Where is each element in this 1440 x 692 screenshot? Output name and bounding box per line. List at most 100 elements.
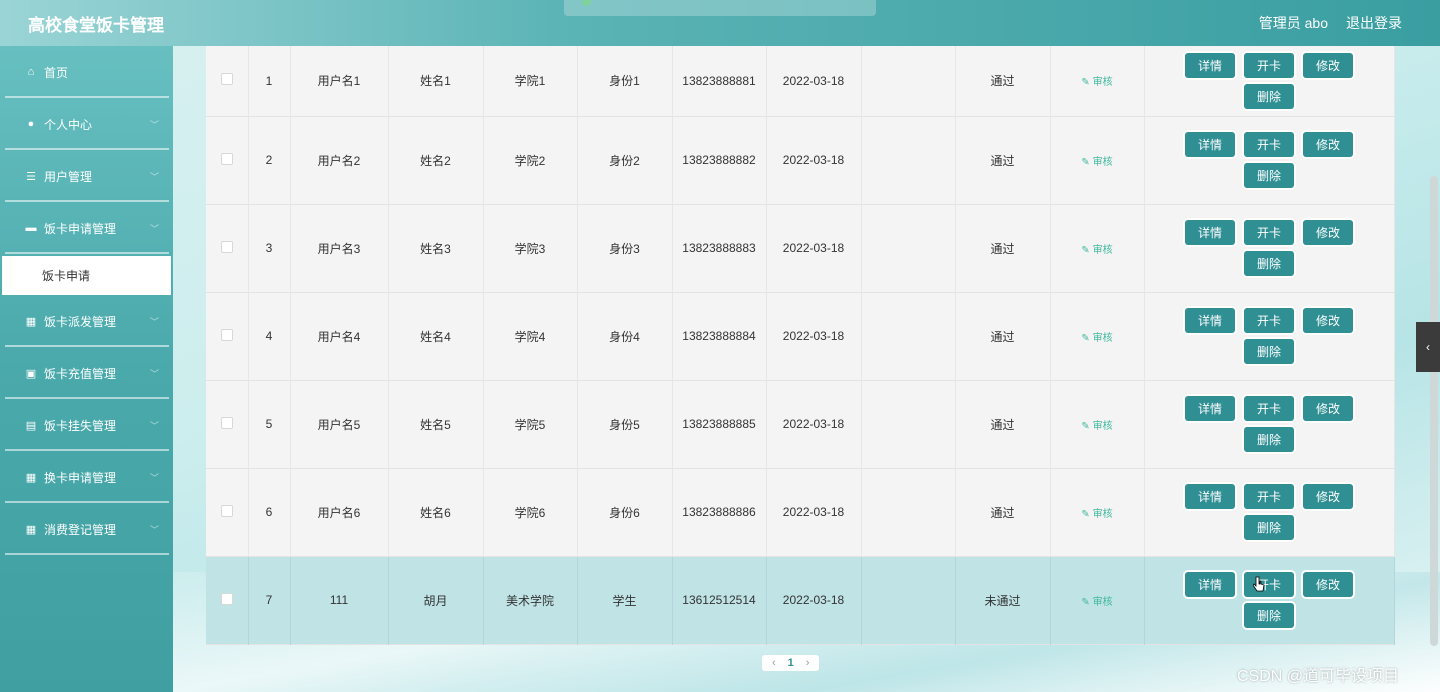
- username-cell: 用户名1: [290, 46, 389, 116]
- edit-button[interactable]: 修改: [1303, 572, 1353, 597]
- logout-link[interactable]: 退出登录: [1346, 13, 1402, 33]
- detail-button[interactable]: 详情: [1185, 52, 1235, 78]
- audit-link[interactable]: ✎ 审核: [1081, 77, 1112, 88]
- sidebar-item-label: 饭卡挂失管理: [44, 418, 117, 433]
- audit-link[interactable]: ✎ 审核: [1081, 597, 1112, 608]
- prev-page-button[interactable]: ‹: [772, 657, 776, 669]
- delete-button[interactable]: 删除: [1244, 427, 1294, 452]
- sidebar-item-label: 饭卡申请管理: [44, 221, 117, 236]
- delete-button[interactable]: 删除: [1244, 515, 1294, 540]
- detail-button[interactable]: 详情: [1185, 572, 1235, 597]
- username-cell: 用户名3: [290, 204, 389, 292]
- checkbox-cell: [206, 468, 249, 556]
- empty-cell: [861, 468, 956, 556]
- edit-button[interactable]: 修改: [1303, 308, 1353, 333]
- table-row: 1 用户名1 姓名1 学院1 身份1 13823888881 2022-03-18 通过 ✎ 审…: [206, 46, 1395, 116]
- row-checkbox[interactable]: [220, 504, 233, 517]
- sidebar-item-users[interactable]: ☰ 用户管理 ﹀: [0, 150, 173, 202]
- delete-button[interactable]: 删除: [1244, 163, 1294, 188]
- edit-button[interactable]: 修改: [1303, 52, 1353, 78]
- table-row: 5 用户名5 姓名5 学院5 身份5 13823888885 2022-03-18 通过 ✎ 审…: [206, 380, 1395, 468]
- detail-button[interactable]: 详情: [1185, 220, 1235, 245]
- sidebar-item-card-dispatch[interactable]: ▦ 饭卡派发管理 ﹀: [0, 295, 173, 347]
- chevron-down-icon: ﹀: [149, 368, 159, 379]
- collapse-panel-button[interactable]: ‹: [1416, 322, 1440, 372]
- audit-cell: ✎ 审核: [1050, 468, 1145, 556]
- status-cell: 通过: [955, 380, 1051, 468]
- audit-link[interactable]: ✎ 审核: [1081, 245, 1112, 256]
- table-row: 4 用户名4 姓名4 学院4 身份4 13823888884 2022-03-18 通过 ✎ 审…: [206, 292, 1395, 380]
- delete-button[interactable]: 删除: [1244, 339, 1294, 364]
- chevron-down-icon: ﹀: [149, 223, 159, 234]
- row-index: 5: [248, 380, 291, 468]
- edit-button[interactable]: 修改: [1303, 396, 1353, 421]
- empty-cell: [861, 556, 956, 644]
- edit-button[interactable]: 修改: [1303, 132, 1353, 157]
- vertical-scrollbar[interactable]: [1430, 176, 1438, 646]
- audit-cell: ✎ 审核: [1050, 116, 1145, 204]
- row-checkbox[interactable]: [220, 416, 233, 429]
- row-index: 6: [248, 468, 291, 556]
- date-cell: 2022-03-18: [766, 468, 862, 556]
- open-card-button[interactable]: 开卡: [1244, 572, 1294, 597]
- delete-button[interactable]: 删除: [1244, 603, 1294, 628]
- actions-cell: 详情 开卡 修改 删除: [1144, 46, 1395, 116]
- row-checkbox[interactable]: [220, 240, 233, 253]
- row-checkbox[interactable]: [220, 73, 233, 86]
- current-page[interactable]: 1: [788, 657, 794, 669]
- detail-button[interactable]: 详情: [1185, 484, 1235, 509]
- name-cell: 姓名4: [388, 292, 484, 380]
- open-card-button[interactable]: 开卡: [1244, 308, 1294, 333]
- edit-button[interactable]: 修改: [1303, 484, 1353, 509]
- identity-cell: 身份3: [577, 204, 673, 292]
- audit-link[interactable]: ✎ 审核: [1081, 509, 1112, 520]
- app-title: 高校食堂饭卡管理: [28, 15, 164, 35]
- audit-label: 审核: [1092, 156, 1113, 168]
- status-cell: 通过: [955, 292, 1051, 380]
- detail-button[interactable]: 详情: [1185, 396, 1235, 421]
- college-cell: 学院5: [483, 380, 578, 468]
- chevron-left-icon: ‹: [1426, 340, 1430, 354]
- open-card-button[interactable]: 开卡: [1244, 132, 1294, 157]
- detail-button[interactable]: 详情: [1185, 132, 1235, 157]
- sidebar-item-consumption[interactable]: ▦ 消费登记管理 ﹀: [0, 503, 173, 555]
- audit-link[interactable]: ✎ 审核: [1081, 157, 1112, 168]
- sidebar-item-card-recharge[interactable]: ▣ 饭卡充值管理 ﹀: [0, 347, 173, 399]
- row-index: 2: [248, 116, 291, 204]
- grid-icon: ▦: [25, 471, 37, 484]
- date-cell: 2022-03-18: [766, 380, 862, 468]
- open-card-button[interactable]: 开卡: [1244, 396, 1294, 421]
- sidebar-item-home[interactable]: ⌂ 首页: [0, 46, 173, 98]
- admin-user-label[interactable]: 管理员 abo: [1259, 13, 1328, 33]
- sidebar-item-card-loss[interactable]: ▤ 饭卡挂失管理 ﹀: [0, 399, 173, 451]
- sidebar-item-label: 用户管理: [44, 169, 93, 184]
- name-cell: 姓名1: [388, 46, 484, 116]
- audit-label: 审核: [1092, 596, 1113, 608]
- audit-cell: ✎ 审核: [1050, 46, 1145, 116]
- sidebar-item-profile[interactable]: ● 个人中心 ﹀: [0, 98, 173, 150]
- sidebar-item-card-replace[interactable]: ▦ 换卡申请管理 ﹀: [0, 451, 173, 503]
- name-cell: 姓名5: [388, 380, 484, 468]
- audit-label: 审核: [1092, 244, 1113, 256]
- open-card-button[interactable]: 开卡: [1244, 52, 1294, 78]
- college-cell: 学院4: [483, 292, 578, 380]
- edit-button[interactable]: 修改: [1303, 220, 1353, 245]
- sidebar-item-card-application[interactable]: ▬ 饭卡申请管理 ﹀: [0, 202, 173, 254]
- date-cell: 2022-03-18: [766, 292, 862, 380]
- sidebar-subitem-card-application[interactable]: 饭卡申请: [2, 256, 171, 295]
- audit-label: 审核: [1092, 77, 1113, 89]
- open-card-button[interactable]: 开卡: [1244, 220, 1294, 245]
- next-page-button[interactable]: ›: [806, 657, 810, 669]
- empty-cell: [861, 204, 956, 292]
- delete-button[interactable]: 删除: [1244, 251, 1294, 276]
- college-cell: 美术学院: [483, 556, 578, 644]
- row-checkbox[interactable]: [220, 592, 233, 605]
- row-checkbox[interactable]: [220, 328, 233, 341]
- detail-button[interactable]: 详情: [1185, 308, 1235, 333]
- grid-icon: ▦: [25, 315, 37, 328]
- audit-link[interactable]: ✎ 审核: [1081, 421, 1112, 432]
- open-card-button[interactable]: 开卡: [1244, 484, 1294, 509]
- audit-link[interactable]: ✎ 审核: [1081, 333, 1112, 344]
- row-checkbox[interactable]: [220, 152, 233, 165]
- delete-button[interactable]: 删除: [1244, 83, 1294, 109]
